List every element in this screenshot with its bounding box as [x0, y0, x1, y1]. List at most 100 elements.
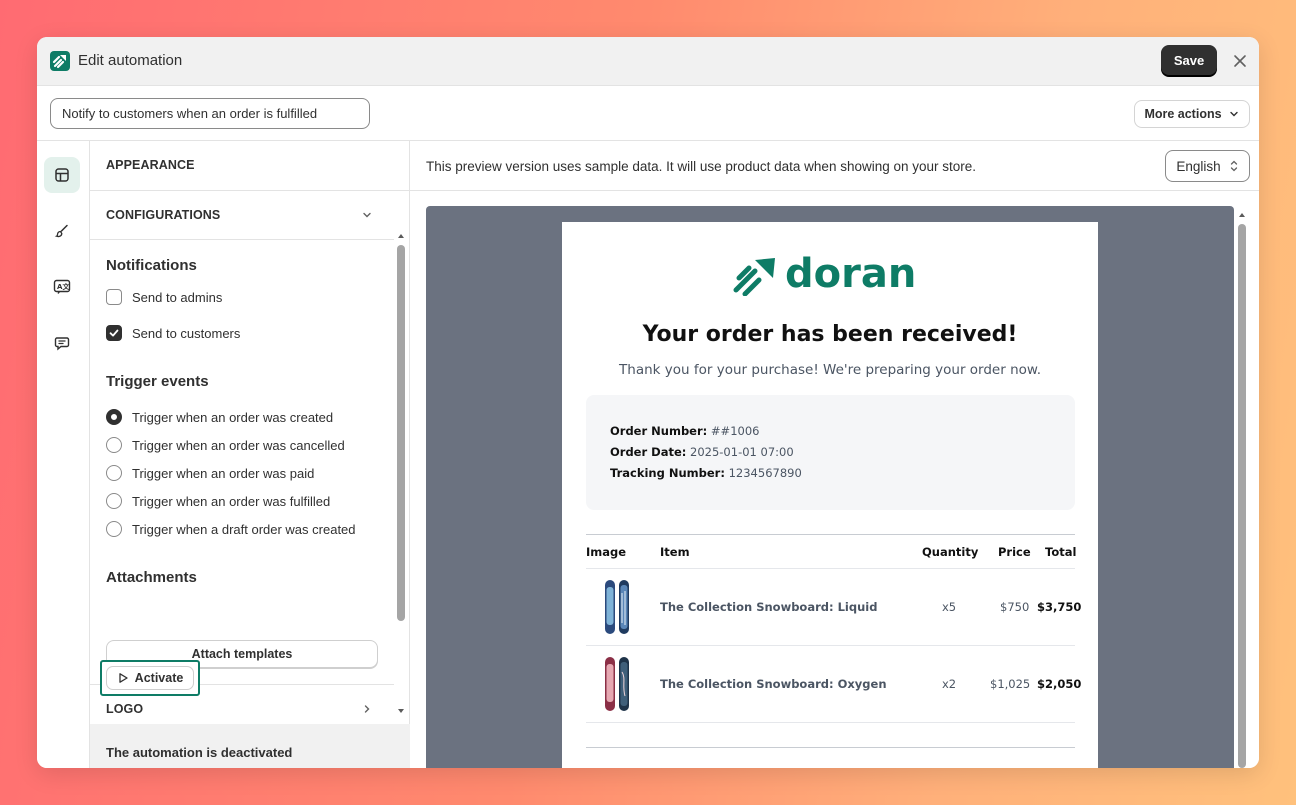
- brush-icon[interactable]: [44, 213, 80, 249]
- language-value: English: [1176, 158, 1221, 174]
- order-summary-box: Order Number: ##1006 Order Date: 2025-01…: [586, 395, 1075, 510]
- item-name: The Collection Snowboard: Oxygen: [660, 677, 887, 691]
- brand-name: doran: [785, 251, 916, 296]
- activation-status-area: The automation is deactivated: [90, 724, 410, 768]
- column-header-image: Image: [586, 545, 627, 559]
- configurations-section-label: CONFIGURATIONS: [106, 208, 221, 222]
- scroll-up-arrow-icon[interactable]: [1237, 210, 1247, 220]
- item-quantity: x2: [942, 677, 957, 691]
- close-icon[interactable]: [1230, 51, 1250, 71]
- trigger-option[interactable]: Trigger when an order was cancelled: [106, 437, 345, 453]
- appearance-section-label: APPEARANCE: [106, 158, 195, 172]
- automation-name-input[interactable]: [50, 98, 370, 129]
- checkmark-icon: [109, 329, 119, 337]
- logo-section-label: LOGO: [106, 702, 144, 716]
- divider: [90, 239, 394, 240]
- brand-logo: doran: [733, 251, 916, 296]
- icon-rail: A 文: [37, 141, 90, 768]
- order-number-label: Order Number:: [610, 424, 708, 438]
- trigger-radio[interactable]: [106, 437, 122, 453]
- order-date-line: Order Date: 2025-01-01 07:00: [610, 445, 794, 459]
- language-select[interactable]: English: [1165, 150, 1250, 182]
- order-number-value: ##1006: [710, 424, 760, 438]
- trigger-option[interactable]: Trigger when an order was paid: [106, 465, 314, 481]
- chat-icon[interactable]: [44, 325, 80, 361]
- more-actions-button[interactable]: More actions: [1134, 100, 1250, 128]
- translate-icon[interactable]: A 文: [44, 269, 80, 305]
- send-to-customers-label: Send to customers: [132, 325, 241, 341]
- preview-note: This preview version uses sample data. I…: [426, 159, 977, 174]
- column-header-item: Item: [660, 545, 690, 559]
- email-preview: doran Your order has been received! Than…: [562, 222, 1098, 768]
- trigger-label: Trigger when a draft order was created: [132, 521, 356, 537]
- more-actions-label: More actions: [1144, 107, 1222, 121]
- item-total: $3,750: [1037, 600, 1082, 614]
- trigger-label: Trigger when an order was created: [132, 409, 334, 425]
- chevron-right-icon: [364, 705, 370, 713]
- trigger-option[interactable]: Trigger when an order was fulfilled: [106, 493, 330, 509]
- email-subtitle: Thank you for your purchase! We're prepa…: [619, 362, 1041, 378]
- layout-icon[interactable]: [44, 157, 80, 193]
- activate-button[interactable]: Activate: [106, 666, 194, 690]
- send-to-admins-checkbox[interactable]: [106, 289, 122, 305]
- column-header-total: Total: [1045, 545, 1077, 559]
- send-to-customers-option[interactable]: Send to customers: [106, 325, 240, 341]
- divider: [410, 190, 1259, 191]
- chevron-down-icon: [363, 212, 371, 218]
- item-total: $2,050: [1037, 677, 1082, 691]
- trigger-radio[interactable]: [106, 409, 122, 425]
- app-logo-icon: [50, 51, 70, 71]
- snowboard-oxygen-image: [605, 657, 629, 711]
- trigger-radio[interactable]: [106, 465, 122, 481]
- column-header-quantity: Quantity: [922, 545, 979, 559]
- scroll-down-arrow-icon[interactable]: [396, 706, 406, 716]
- email-title: Your order has been received!: [642, 322, 1018, 347]
- edit-automation-window: Edit automation Save More actions: [37, 37, 1259, 768]
- chevron-down-icon: [1229, 111, 1238, 117]
- automation-status-text: The automation is deactivated: [106, 745, 293, 760]
- row-divider: [586, 568, 1075, 569]
- play-icon: [119, 673, 128, 683]
- send-to-customers-checkbox[interactable]: [106, 325, 122, 341]
- send-to-admins-label: Send to admins: [132, 289, 223, 305]
- scroll-thumb[interactable]: [1238, 224, 1246, 768]
- scroll-thumb[interactable]: [397, 245, 405, 621]
- activate-highlight: Activate: [100, 660, 200, 696]
- window-title: Edit automation: [78, 52, 183, 69]
- tracking-number-value: 1234567890: [728, 466, 802, 480]
- tracking-number-line: Tracking Number: 1234567890: [610, 466, 802, 480]
- trigger-option[interactable]: Trigger when a draft order was created: [106, 521, 356, 537]
- toolbar: More actions: [37, 86, 1259, 141]
- table-bottom-rule: [586, 747, 1075, 748]
- order-date-value: 2025-01-01 07:00: [690, 445, 794, 459]
- row-divider: [586, 722, 1075, 723]
- trigger-radio[interactable]: [106, 493, 122, 509]
- send-to-admins-option[interactable]: Send to admins: [106, 289, 222, 305]
- snowboard-liquid-image: [605, 580, 629, 634]
- order-number-line: Order Number: ##1006: [610, 424, 759, 438]
- trigger-events-title: Trigger events: [106, 373, 209, 390]
- item-price: $1,025: [990, 677, 1031, 691]
- scroll-up-arrow-icon[interactable]: [396, 231, 406, 241]
- row-divider: [586, 645, 1075, 646]
- trigger-label: Trigger when an order was paid: [132, 465, 315, 481]
- trigger-label: Trigger when an order was cancelled: [132, 437, 345, 453]
- trigger-option[interactable]: Trigger when an order was created: [106, 409, 333, 425]
- rocket-logo-icon: [733, 258, 775, 296]
- item-name: The Collection Snowboard: Liquid: [660, 600, 878, 614]
- configurations-header[interactable]: CONFIGURATIONS: [90, 191, 390, 239]
- notifications-title: Notifications: [106, 257, 197, 274]
- attachments-title: Attachments: [106, 569, 197, 586]
- title-bar: Edit automation Save: [37, 37, 1259, 86]
- order-date-label: Order Date:: [610, 445, 687, 459]
- save-button[interactable]: Save: [1161, 45, 1217, 76]
- item-price: $750: [1000, 600, 1030, 614]
- trigger-label: Trigger when an order was fulfilled: [132, 493, 331, 509]
- trigger-radio[interactable]: [106, 521, 122, 537]
- item-quantity: x5: [942, 600, 957, 614]
- column-header-price: Price: [998, 545, 1031, 559]
- table-top-rule: [586, 534, 1075, 535]
- tracking-number-label: Tracking Number:: [610, 466, 725, 480]
- svg-text:文: 文: [63, 282, 71, 291]
- activate-label: Activate: [134, 671, 184, 685]
